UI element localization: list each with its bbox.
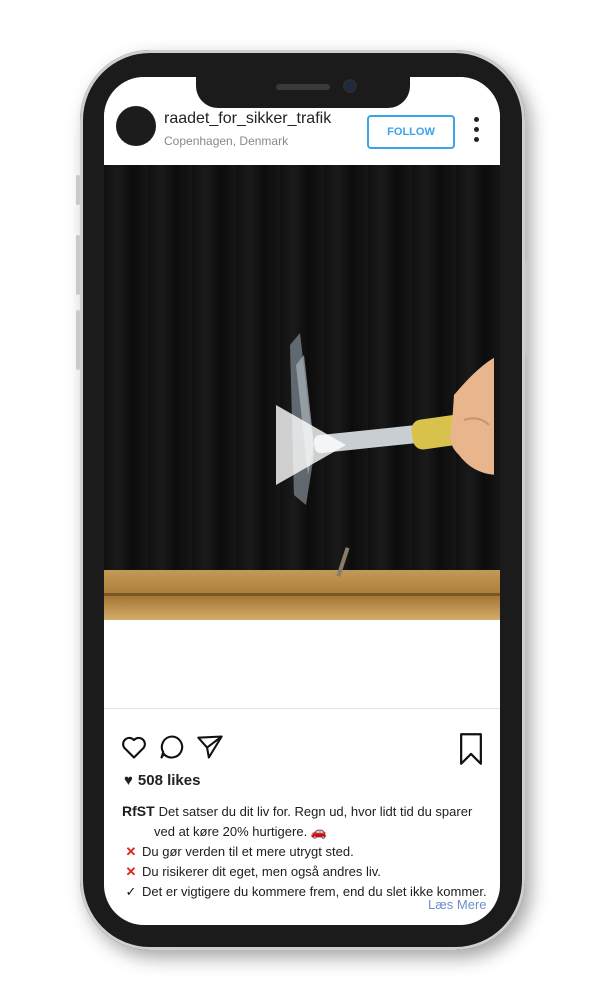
dot xyxy=(474,137,479,142)
actions-divider xyxy=(104,708,500,709)
dot xyxy=(474,127,479,132)
front-camera xyxy=(345,81,355,91)
vertical-dots-icon[interactable] xyxy=(474,117,480,149)
caption-intro-text: Det satser du dit liv for. Regn ud, hvor… xyxy=(158,804,473,819)
caption-point: ✕ Du gør verden til et mere utrygt sted. xyxy=(122,842,492,862)
phone-power-button xyxy=(525,260,529,355)
red-x-icon: ✕ xyxy=(125,864,137,879)
paper-plane-icon[interactable] xyxy=(196,733,224,761)
phone-volume-up xyxy=(76,235,80,295)
dot xyxy=(474,117,479,122)
board-seam xyxy=(104,593,500,596)
phone-silent-switch xyxy=(76,175,80,205)
comment-bubble-icon[interactable] xyxy=(158,733,186,761)
caption-intro-cont-text: ved at køre 20% hurtigere. xyxy=(154,824,308,839)
car-emoji-icon: 🚗 xyxy=(310,824,328,839)
post-caption: RfST Det satser du dit liv for. Regn ud, … xyxy=(122,801,492,902)
video-player[interactable] xyxy=(104,165,500,785)
phone-volume-down xyxy=(76,310,80,370)
avatar[interactable] xyxy=(116,106,156,146)
follow-button[interactable]: FOLLOW xyxy=(367,115,455,149)
caption-point: ✕ Du risikerer dit eget, men også andres… xyxy=(122,862,492,882)
location[interactable]: Copenhagen, Denmark xyxy=(164,134,288,148)
caption-intro-continued: ved at køre 20% hurtigere. 🚗 xyxy=(122,822,492,842)
caption-author[interactable]: RfST xyxy=(122,803,155,819)
red-x-icon: ✕ xyxy=(125,844,137,859)
checkmark-icon: ✓ xyxy=(125,884,137,899)
bookmark-icon[interactable] xyxy=(458,733,484,765)
heart-filled-icon: ♥ xyxy=(124,772,133,789)
heart-outline-icon[interactable] xyxy=(120,733,148,761)
username[interactable]: raadet_for_sikker_trafik xyxy=(164,110,331,128)
caption-point-text: Du risikerer dit eget, men også andres l… xyxy=(142,864,381,879)
likes-count[interactable]: ♥ 508 likes xyxy=(124,772,200,789)
phone-speaker xyxy=(276,84,330,90)
play-icon[interactable] xyxy=(276,405,346,485)
likes-text: 508 likes xyxy=(137,772,201,789)
read-more-link[interactable]: Læs Mere xyxy=(428,897,487,912)
phone-screen: raadet_for_sikker_trafik Copenhagen, Den… xyxy=(104,77,500,925)
caption-point-text: Du gør verden til et mere utrygt sted. xyxy=(142,844,354,859)
caption-intro: RfST Det satser du dit liv for. Regn ud, … xyxy=(122,801,492,822)
phone-notch xyxy=(196,72,410,108)
